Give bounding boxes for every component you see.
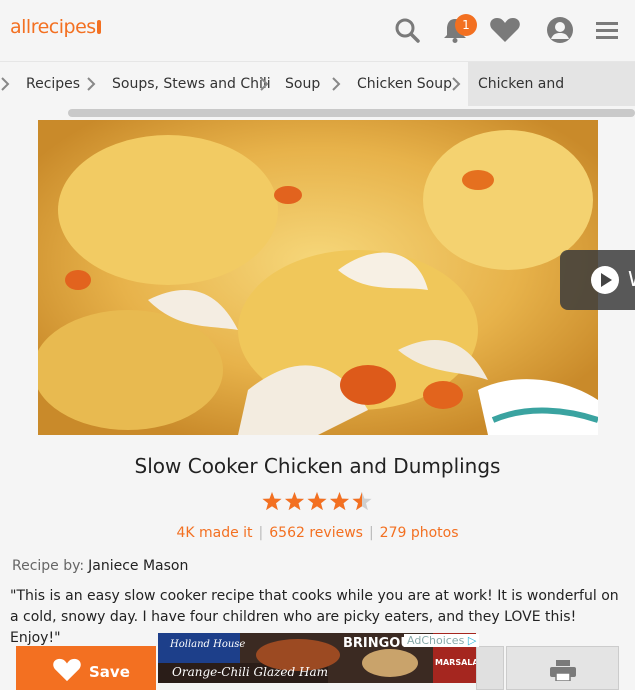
notification-badge: 1 — [455, 14, 477, 36]
recipe-photo-art — [38, 120, 598, 435]
star-full — [262, 492, 282, 511]
star-rating[interactable] — [261, 491, 373, 513]
ad-brand: Holland House — [170, 639, 246, 650]
breadcrumb-scrollbar[interactable] — [68, 109, 635, 117]
printer-icon — [550, 660, 576, 681]
chevron-right-icon — [1, 77, 10, 91]
recipe-photo[interactable] — [38, 120, 598, 435]
star-full — [284, 492, 305, 511]
star-full — [307, 492, 327, 511]
made-it-count[interactable]: 4K made it — [176, 525, 252, 541]
search-icon[interactable] — [393, 16, 421, 44]
chevron-right-icon — [260, 77, 269, 91]
star-full — [329, 492, 350, 511]
play-triangle — [601, 273, 612, 287]
save-label: Save — [89, 663, 130, 681]
author-link[interactable]: Janiece Mason — [88, 558, 188, 574]
ad-side-label: MARSALA — [435, 658, 476, 667]
menu-icon[interactable] — [595, 16, 619, 44]
video-button[interactable]: W — [560, 250, 635, 310]
heart-icon[interactable] — [489, 16, 521, 44]
breadcrumb-item-chicken-soup[interactable]: Chicken Soup — [357, 62, 452, 106]
save-button[interactable]: Save — [16, 646, 156, 690]
top-header: allrecipes 1 — [0, 0, 635, 60]
recipe-by-label: Recipe by: — [12, 558, 85, 574]
recipe-byline: Recipe by: Janiece Mason — [12, 558, 188, 574]
reviews-link[interactable]: 6562 reviews — [269, 525, 363, 541]
breadcrumb-item-chicken-and-dumplings[interactable]: Chicken and Dumplings — [468, 62, 635, 136]
chevron-right-icon — [87, 77, 96, 91]
recipe-stats: 4K made it | 6562 reviews | 279 photos — [176, 525, 459, 541]
chevron-right-icon — [452, 77, 461, 91]
breadcrumb: Recipes Soups, Stews and Chili Soup Chic… — [0, 61, 635, 136]
video-label: W — [628, 267, 635, 291]
recipe-title: Slow Cooker Chicken and Dumplings — [134, 454, 501, 478]
heart-icon — [53, 658, 81, 682]
breadcrumb-item-soups-stews-chili[interactable]: Soups, Stews and Chili — [112, 62, 271, 106]
allrecipes-logo[interactable]: allrecipes — [10, 16, 101, 38]
profile-icon[interactable] — [546, 16, 574, 44]
breadcrumb-item-recipes[interactable]: Recipes — [26, 62, 80, 106]
ad-headline: Orange-Chili Glazed Ham — [172, 665, 329, 679]
photos-link[interactable]: 279 photos — [380, 525, 459, 541]
breadcrumb-item-soup[interactable]: Soup — [285, 62, 320, 106]
adchoices-link[interactable]: AdChoices ▷ — [404, 634, 480, 647]
action-button[interactable] — [476, 646, 504, 690]
chevron-right-icon — [332, 77, 341, 91]
print-button[interactable] — [506, 646, 619, 690]
